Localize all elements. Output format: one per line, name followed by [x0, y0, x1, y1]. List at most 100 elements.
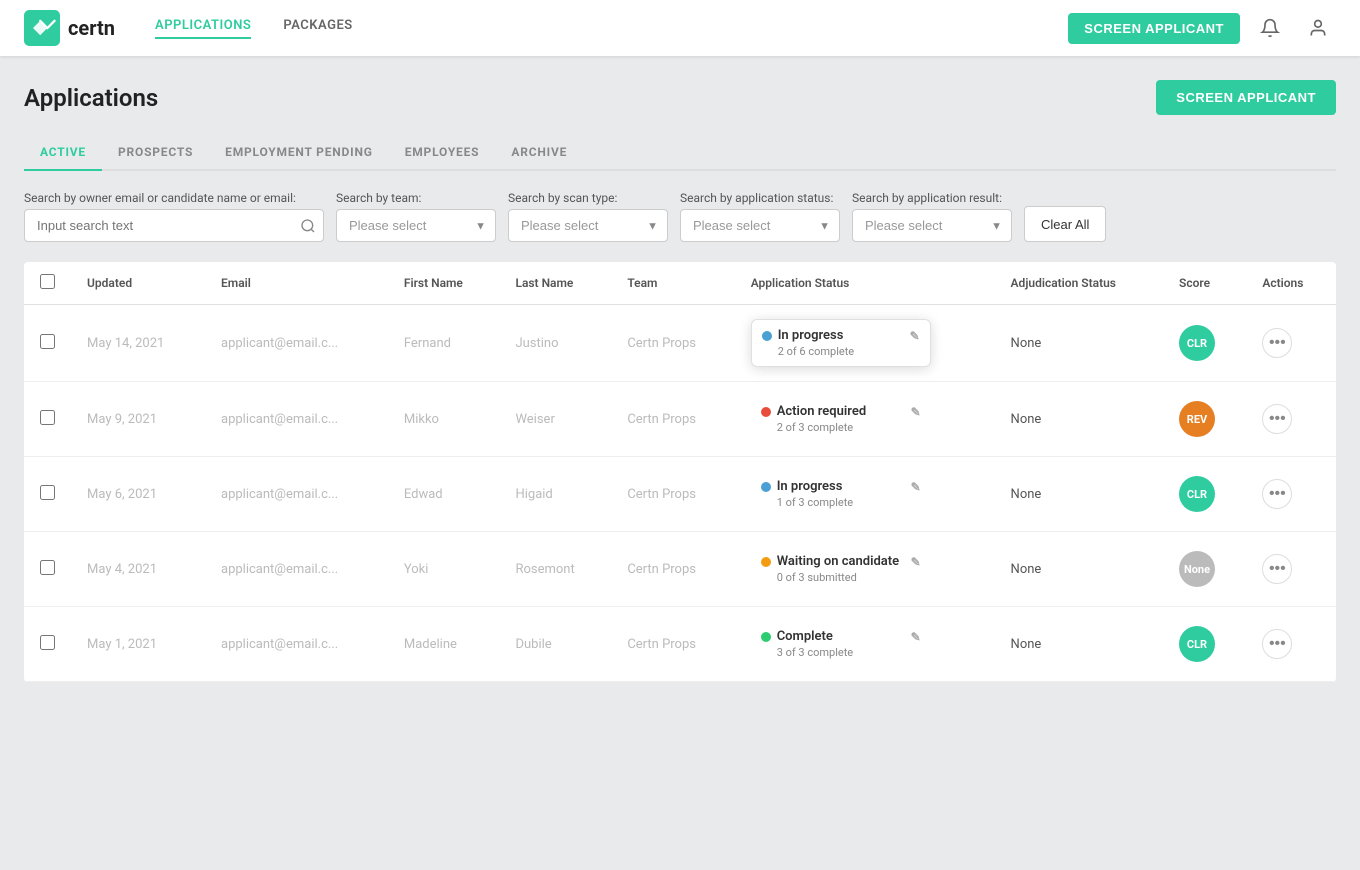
more-actions-button[interactable]: ••• [1262, 554, 1292, 584]
search-icon-button[interactable] [300, 218, 316, 234]
tab-employees[interactable]: EMPLOYEES [389, 135, 496, 171]
status-label: In progress [778, 328, 844, 343]
row-firstname: Mikko [388, 382, 500, 457]
status-dot [761, 632, 771, 642]
logo: certn [24, 10, 115, 46]
row-checkbox[interactable] [40, 410, 55, 425]
status-dot [761, 557, 771, 567]
more-actions-button[interactable]: ••• [1262, 479, 1292, 509]
row-checkbox-cell [24, 532, 71, 607]
score-badge: REV [1179, 401, 1215, 437]
table-container: Updated Email First Name Last Name Team … [24, 262, 1336, 682]
status-row: Action required ✎ [761, 404, 921, 419]
actions-cell: ••• [1262, 629, 1320, 659]
header-email: Email [205, 262, 388, 305]
status-search-group: Search by application status: Please sel… [680, 191, 840, 242]
tab-employment-pending[interactable]: EMPLOYMENT PENDING [209, 135, 389, 171]
row-status-cell: In progress ✎ 1 of 3 complete [735, 457, 995, 532]
scan-search-label: Search by scan type: [508, 191, 668, 205]
row-actions-cell: ••• [1246, 382, 1336, 457]
status-row: In progress ✎ [761, 479, 921, 494]
table-row: May 6, 2021 applicant@email.c... Edwad H… [24, 457, 1336, 532]
row-actions-cell: ••• [1246, 457, 1336, 532]
row-checkbox[interactable] [40, 635, 55, 650]
row-checkbox[interactable] [40, 560, 55, 575]
status-edit-icon[interactable]: ✎ [911, 555, 921, 569]
status-dot [762, 331, 772, 341]
status-select-wrap: Please select ▼ [680, 209, 840, 242]
row-firstname: Fernand [388, 305, 500, 382]
tab-prospects[interactable]: PROSPECTS [102, 135, 209, 171]
actions-cell: ••• [1262, 554, 1320, 584]
tab-archive[interactable]: ARCHIVE [495, 135, 583, 171]
status-sub: 2 of 6 complete [778, 345, 920, 358]
status-badge: Complete ✎ 3 of 3 complete [751, 621, 931, 667]
status-badge: In progress ✎ 1 of 3 complete [751, 471, 931, 517]
row-email: applicant@email.c... [205, 532, 388, 607]
status-badge: Action required ✎ 2 of 3 complete [751, 396, 931, 442]
team-select[interactable]: Please select [336, 209, 496, 242]
more-actions-button[interactable]: ••• [1262, 328, 1292, 358]
status-row: Complete ✎ [761, 629, 921, 644]
table-row: May 9, 2021 applicant@email.c... Mikko W… [24, 382, 1336, 457]
row-status-cell: Complete ✎ 3 of 3 complete [735, 607, 995, 682]
status-select[interactable]: Please select [680, 209, 840, 242]
status-edit-icon[interactable]: ✎ [910, 329, 920, 343]
row-team: Certn Props [611, 532, 734, 607]
scan-select[interactable]: Please select [508, 209, 668, 242]
header-checkbox-cell [24, 262, 71, 305]
row-actions-cell: ••• [1246, 607, 1336, 682]
row-lastname: Weiser [499, 382, 611, 457]
user-menu-button[interactable] [1300, 10, 1336, 46]
screen-applicant-button[interactable]: SCREEN APPLICANT [1156, 80, 1336, 115]
row-lastname: Justino [499, 305, 611, 382]
top-nav: certn APPLICATIONS PACKAGES SCREEN APPLI… [0, 0, 1360, 56]
nav-packages[interactable]: PACKAGES [283, 18, 352, 39]
row-checkbox-cell [24, 607, 71, 682]
row-email: applicant@email.c... [205, 305, 388, 382]
row-firstname: Yoki [388, 532, 500, 607]
status-edit-icon[interactable]: ✎ [911, 480, 921, 494]
page-title: Applications [24, 84, 158, 112]
header-team: Team [611, 262, 734, 305]
row-updated: May 4, 2021 [71, 532, 205, 607]
status-badge: In progress ✎ 2 of 6 complete [751, 319, 931, 367]
notification-button[interactable] [1252, 10, 1288, 46]
nav-links: APPLICATIONS PACKAGES [155, 18, 1068, 39]
header-firstname: First Name [388, 262, 500, 305]
screen-applicant-nav-button[interactable]: SCREEN APPLICANT [1068, 13, 1240, 44]
scan-search-group: Search by scan type: Please select ▼ [508, 191, 668, 242]
actions-cell: ••• [1262, 404, 1320, 434]
row-email: applicant@email.c... [205, 457, 388, 532]
row-checkbox[interactable] [40, 485, 55, 500]
status-edit-icon[interactable]: ✎ [911, 630, 921, 644]
tab-active[interactable]: ACTIVE [24, 135, 102, 171]
search-input[interactable] [24, 209, 324, 242]
score-badge: None [1179, 551, 1215, 587]
row-firstname: Madeline [388, 607, 500, 682]
clear-all-button[interactable]: Clear All [1024, 206, 1106, 242]
main-content: Applications SCREEN APPLICANT ACTIVE PRO… [0, 56, 1360, 706]
status-row: Waiting on candidate ✎ [761, 554, 921, 569]
status-search-label: Search by application status: [680, 191, 840, 205]
owner-search-label: Search by owner email or candidate name … [24, 191, 324, 205]
row-team: Certn Props [611, 382, 734, 457]
row-actions-cell: ••• [1246, 532, 1336, 607]
score-badge: CLR [1179, 476, 1215, 512]
result-select-wrap: Please select ▼ [852, 209, 1012, 242]
row-checkbox[interactable] [40, 334, 55, 349]
row-score-cell: CLR [1163, 457, 1246, 532]
nav-applications[interactable]: APPLICATIONS [155, 18, 251, 39]
more-actions-button[interactable]: ••• [1262, 629, 1292, 659]
status-label: Action required [777, 404, 866, 419]
status-sub: 3 of 3 complete [777, 646, 921, 659]
more-actions-button[interactable]: ••• [1262, 404, 1292, 434]
row-adj-status: None [995, 382, 1163, 457]
result-select[interactable]: Please select [852, 209, 1012, 242]
select-all-checkbox[interactable] [40, 274, 55, 289]
header-lastname: Last Name [499, 262, 611, 305]
status-edit-icon[interactable]: ✎ [911, 405, 921, 419]
team-select-wrap: Please select ▼ [336, 209, 496, 242]
actions-cell: ••• [1262, 479, 1320, 509]
search-row: Search by owner email or candidate name … [24, 191, 1336, 242]
